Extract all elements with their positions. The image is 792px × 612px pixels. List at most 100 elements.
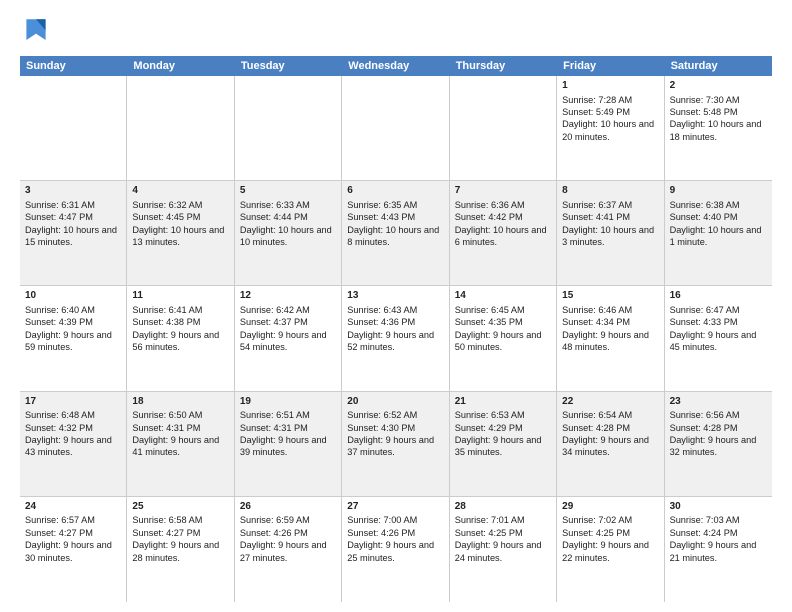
day-cell-19: 19Sunrise: 6:51 AM Sunset: 4:31 PM Dayli…	[235, 392, 342, 496]
day-info: Sunrise: 6:59 AM Sunset: 4:26 PM Dayligh…	[240, 514, 336, 564]
day-info: Sunrise: 6:57 AM Sunset: 4:27 PM Dayligh…	[25, 514, 121, 564]
header-day-saturday: Saturday	[665, 56, 772, 76]
week-row-2: 3Sunrise: 6:31 AM Sunset: 4:47 PM Daylig…	[20, 181, 772, 286]
header-day-thursday: Thursday	[450, 56, 557, 76]
day-info: Sunrise: 7:00 AM Sunset: 4:26 PM Dayligh…	[347, 514, 443, 564]
day-cell-25: 25Sunrise: 6:58 AM Sunset: 4:27 PM Dayli…	[127, 497, 234, 602]
empty-cell	[450, 76, 557, 180]
day-info: Sunrise: 6:52 AM Sunset: 4:30 PM Dayligh…	[347, 409, 443, 459]
day-cell-3: 3Sunrise: 6:31 AM Sunset: 4:47 PM Daylig…	[20, 181, 127, 285]
day-number: 14	[455, 289, 551, 303]
week-row-3: 10Sunrise: 6:40 AM Sunset: 4:39 PM Dayli…	[20, 286, 772, 391]
day-cell-24: 24Sunrise: 6:57 AM Sunset: 4:27 PM Dayli…	[20, 497, 127, 602]
day-cell-5: 5Sunrise: 6:33 AM Sunset: 4:44 PM Daylig…	[235, 181, 342, 285]
day-number: 11	[132, 289, 228, 303]
day-info: Sunrise: 6:31 AM Sunset: 4:47 PM Dayligh…	[25, 199, 121, 249]
day-info: Sunrise: 6:43 AM Sunset: 4:36 PM Dayligh…	[347, 304, 443, 354]
day-number: 2	[670, 79, 767, 93]
day-cell-15: 15Sunrise: 6:46 AM Sunset: 4:34 PM Dayli…	[557, 286, 664, 390]
day-cell-4: 4Sunrise: 6:32 AM Sunset: 4:45 PM Daylig…	[127, 181, 234, 285]
day-info: Sunrise: 7:01 AM Sunset: 4:25 PM Dayligh…	[455, 514, 551, 564]
day-cell-12: 12Sunrise: 6:42 AM Sunset: 4:37 PM Dayli…	[235, 286, 342, 390]
day-number: 7	[455, 184, 551, 198]
day-number: 9	[670, 184, 767, 198]
day-number: 13	[347, 289, 443, 303]
day-number: 27	[347, 500, 443, 514]
day-info: Sunrise: 6:42 AM Sunset: 4:37 PM Dayligh…	[240, 304, 336, 354]
day-info: Sunrise: 6:32 AM Sunset: 4:45 PM Dayligh…	[132, 199, 228, 249]
day-cell-30: 30Sunrise: 7:03 AM Sunset: 4:24 PM Dayli…	[665, 497, 772, 602]
day-number: 4	[132, 184, 228, 198]
day-number: 29	[562, 500, 658, 514]
day-number: 15	[562, 289, 658, 303]
page: SundayMondayTuesdayWednesdayThursdayFrid…	[0, 0, 792, 612]
day-number: 18	[132, 395, 228, 409]
day-cell-17: 17Sunrise: 6:48 AM Sunset: 4:32 PM Dayli…	[20, 392, 127, 496]
day-cell-23: 23Sunrise: 6:56 AM Sunset: 4:28 PM Dayli…	[665, 392, 772, 496]
calendar: SundayMondayTuesdayWednesdayThursdayFrid…	[20, 56, 772, 602]
day-number: 10	[25, 289, 121, 303]
day-info: Sunrise: 7:28 AM Sunset: 5:49 PM Dayligh…	[562, 94, 658, 144]
day-cell-13: 13Sunrise: 6:43 AM Sunset: 4:36 PM Dayli…	[342, 286, 449, 390]
empty-cell	[342, 76, 449, 180]
day-cell-18: 18Sunrise: 6:50 AM Sunset: 4:31 PM Dayli…	[127, 392, 234, 496]
day-info: Sunrise: 6:54 AM Sunset: 4:28 PM Dayligh…	[562, 409, 658, 459]
day-cell-22: 22Sunrise: 6:54 AM Sunset: 4:28 PM Dayli…	[557, 392, 664, 496]
day-number: 5	[240, 184, 336, 198]
day-number: 16	[670, 289, 767, 303]
day-cell-8: 8Sunrise: 6:37 AM Sunset: 4:41 PM Daylig…	[557, 181, 664, 285]
day-number: 17	[25, 395, 121, 409]
empty-cell	[20, 76, 127, 180]
header	[20, 16, 772, 48]
day-cell-11: 11Sunrise: 6:41 AM Sunset: 4:38 PM Dayli…	[127, 286, 234, 390]
header-day-wednesday: Wednesday	[342, 56, 449, 76]
logo-icon	[20, 16, 52, 48]
day-cell-6: 6Sunrise: 6:35 AM Sunset: 4:43 PM Daylig…	[342, 181, 449, 285]
day-number: 12	[240, 289, 336, 303]
day-number: 22	[562, 395, 658, 409]
day-info: Sunrise: 6:53 AM Sunset: 4:29 PM Dayligh…	[455, 409, 551, 459]
day-number: 3	[25, 184, 121, 198]
day-info: Sunrise: 6:56 AM Sunset: 4:28 PM Dayligh…	[670, 409, 767, 459]
day-cell-14: 14Sunrise: 6:45 AM Sunset: 4:35 PM Dayli…	[450, 286, 557, 390]
day-info: Sunrise: 6:35 AM Sunset: 4:43 PM Dayligh…	[347, 199, 443, 249]
day-info: Sunrise: 7:02 AM Sunset: 4:25 PM Dayligh…	[562, 514, 658, 564]
day-cell-20: 20Sunrise: 6:52 AM Sunset: 4:30 PM Dayli…	[342, 392, 449, 496]
empty-cell	[127, 76, 234, 180]
header-day-friday: Friday	[557, 56, 664, 76]
day-number: 21	[455, 395, 551, 409]
day-info: Sunrise: 6:46 AM Sunset: 4:34 PM Dayligh…	[562, 304, 658, 354]
day-info: Sunrise: 6:36 AM Sunset: 4:42 PM Dayligh…	[455, 199, 551, 249]
day-info: Sunrise: 6:45 AM Sunset: 4:35 PM Dayligh…	[455, 304, 551, 354]
week-row-5: 24Sunrise: 6:57 AM Sunset: 4:27 PM Dayli…	[20, 497, 772, 602]
day-cell-29: 29Sunrise: 7:02 AM Sunset: 4:25 PM Dayli…	[557, 497, 664, 602]
day-cell-2: 2Sunrise: 7:30 AM Sunset: 5:48 PM Daylig…	[665, 76, 772, 180]
day-number: 30	[670, 500, 767, 514]
header-day-sunday: Sunday	[20, 56, 127, 76]
day-info: Sunrise: 6:58 AM Sunset: 4:27 PM Dayligh…	[132, 514, 228, 564]
day-number: 26	[240, 500, 336, 514]
day-info: Sunrise: 6:41 AM Sunset: 4:38 PM Dayligh…	[132, 304, 228, 354]
day-cell-28: 28Sunrise: 7:01 AM Sunset: 4:25 PM Dayli…	[450, 497, 557, 602]
week-row-1: 1Sunrise: 7:28 AM Sunset: 5:49 PM Daylig…	[20, 76, 772, 181]
header-day-tuesday: Tuesday	[235, 56, 342, 76]
calendar-body: 1Sunrise: 7:28 AM Sunset: 5:49 PM Daylig…	[20, 76, 772, 602]
day-cell-1: 1Sunrise: 7:28 AM Sunset: 5:49 PM Daylig…	[557, 76, 664, 180]
logo	[20, 16, 58, 48]
day-cell-9: 9Sunrise: 6:38 AM Sunset: 4:40 PM Daylig…	[665, 181, 772, 285]
day-cell-10: 10Sunrise: 6:40 AM Sunset: 4:39 PM Dayli…	[20, 286, 127, 390]
day-info: Sunrise: 6:47 AM Sunset: 4:33 PM Dayligh…	[670, 304, 767, 354]
day-number: 6	[347, 184, 443, 198]
day-number: 24	[25, 500, 121, 514]
day-cell-21: 21Sunrise: 6:53 AM Sunset: 4:29 PM Dayli…	[450, 392, 557, 496]
day-info: Sunrise: 6:33 AM Sunset: 4:44 PM Dayligh…	[240, 199, 336, 249]
empty-cell	[235, 76, 342, 180]
day-number: 8	[562, 184, 658, 198]
header-day-monday: Monday	[127, 56, 234, 76]
day-info: Sunrise: 6:51 AM Sunset: 4:31 PM Dayligh…	[240, 409, 336, 459]
day-number: 20	[347, 395, 443, 409]
day-cell-27: 27Sunrise: 7:00 AM Sunset: 4:26 PM Dayli…	[342, 497, 449, 602]
calendar-header: SundayMondayTuesdayWednesdayThursdayFrid…	[20, 56, 772, 76]
day-info: Sunrise: 6:38 AM Sunset: 4:40 PM Dayligh…	[670, 199, 767, 249]
day-number: 19	[240, 395, 336, 409]
